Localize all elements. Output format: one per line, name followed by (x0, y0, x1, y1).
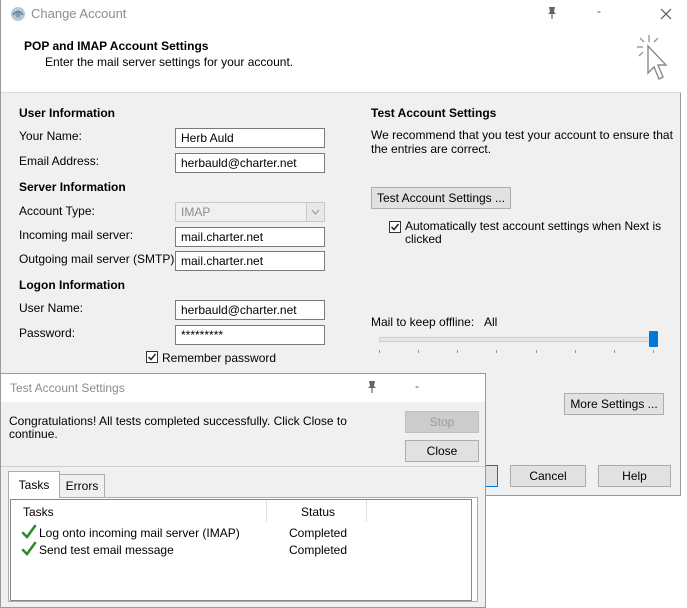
incoming-server-label: Incoming mail server: (19, 228, 134, 242)
divider (1, 466, 485, 467)
incoming-server-input[interactable]: mail.charter.net (175, 227, 325, 247)
user-name-input[interactable]: herbauld@charter.net (175, 300, 325, 320)
pin-icon[interactable] (366, 380, 378, 394)
cancel-button[interactable]: Cancel (510, 465, 586, 487)
auto-test-label: Automatically test account settings when… (405, 219, 662, 246)
account-type-select: IMAP (175, 202, 325, 222)
slider-tick (653, 350, 654, 353)
account-type-value: IMAP (181, 205, 211, 219)
test-settings-description: We recommend that you test your account … (371, 128, 673, 156)
user-info-heading: User Information (19, 106, 116, 120)
password-label: Password: (19, 326, 76, 340)
title-bar: Change Account - (1, 0, 682, 28)
task-name: Send test email message (39, 543, 174, 557)
task-status: Completed (289, 526, 348, 540)
checkmark-icon (147, 353, 157, 361)
slider-tick (379, 350, 380, 353)
table-row[interactable]: Send test email message Completed (11, 541, 471, 558)
task-name: Log onto incoming mail server (IMAP) (39, 526, 240, 540)
column-divider (366, 500, 367, 522)
window-title: Change Account (31, 6, 127, 21)
chevron-down-icon (306, 203, 324, 221)
test-account-settings-button[interactable]: Test Account Settings ... (371, 187, 511, 209)
slider-thumb[interactable] (649, 331, 658, 347)
tab-tasks[interactable]: Tasks (8, 471, 60, 498)
offline-label: Mail to keep offline: (371, 315, 475, 329)
test-window-title: Test Account Settings (10, 381, 125, 395)
auto-test-checkbox[interactable] (389, 221, 401, 233)
offline-value: All (484, 315, 498, 329)
column-divider (266, 500, 267, 522)
account-type-label: Account Type: (19, 204, 95, 218)
your-name-label: Your Name: (19, 129, 82, 143)
minimize-icon[interactable]: - (415, 379, 419, 393)
outgoing-server-input[interactable]: mail.charter.net (175, 251, 325, 271)
minimize-icon[interactable]: - (597, 4, 601, 18)
test-result-message: Congratulations! All tests completed suc… (9, 414, 347, 441)
stop-button[interactable]: Stop (405, 411, 479, 433)
slider-track (379, 337, 655, 342)
tab-errors[interactable]: Errors (59, 474, 105, 497)
slider-tick (614, 350, 615, 353)
your-name-input[interactable]: Herb Auld (175, 128, 325, 148)
slider-tick (575, 350, 576, 353)
check-success-icon (21, 541, 37, 556)
slider-tick (536, 350, 537, 353)
slider-tick (496, 350, 497, 353)
header-title: POP and IMAP Account Settings (24, 39, 209, 53)
offline-slider[interactable] (379, 330, 661, 358)
column-header-status[interactable]: Status (301, 505, 335, 519)
more-settings-button[interactable]: More Settings ... (564, 393, 664, 415)
header-subtitle: Enter the mail server settings for your … (45, 55, 294, 69)
outlook-app-icon (11, 7, 25, 21)
email-address-input[interactable]: herbauld@charter.net (175, 153, 325, 173)
slider-tick (457, 350, 458, 353)
pin-icon[interactable] (546, 6, 558, 20)
remember-password-checkbox[interactable] (146, 351, 158, 363)
table-row[interactable]: Log onto incoming mail server (IMAP) Com… (11, 524, 471, 541)
test-settings-heading: Test Account Settings (371, 106, 497, 120)
server-info-heading: Server Information (19, 180, 126, 194)
test-title-bar: Test Account Settings - (1, 374, 485, 402)
logon-info-heading: Logon Information (19, 278, 125, 292)
task-status: Completed (289, 543, 348, 557)
checkmark-icon (390, 223, 400, 231)
column-header-tasks[interactable]: Tasks (23, 505, 54, 519)
close-button[interactable]: Close (405, 440, 479, 462)
help-button[interactable]: Help (598, 465, 671, 487)
check-success-icon (21, 524, 37, 539)
cursor-click-icon (637, 35, 668, 80)
slider-tick (418, 350, 419, 353)
dialog-header: POP and IMAP Account Settings Enter the … (1, 28, 682, 93)
tasks-list: Tasks Status Log onto incoming mail serv… (10, 499, 472, 601)
close-icon[interactable] (660, 8, 672, 20)
email-address-label: Email Address: (19, 154, 100, 168)
user-name-label: User Name: (19, 301, 84, 315)
remember-password-label: Remember password (162, 351, 277, 365)
outgoing-server-label: Outgoing mail server (SMTP): (19, 252, 178, 266)
password-input[interactable]: ********* (175, 325, 325, 345)
test-account-settings-dialog: Test Account Settings - Congratulations!… (0, 373, 486, 608)
